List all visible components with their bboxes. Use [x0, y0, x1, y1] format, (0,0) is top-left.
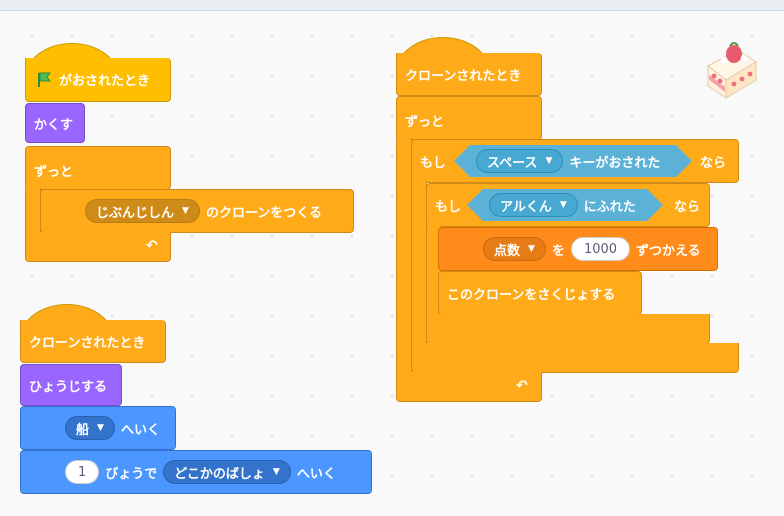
if1-then-label-holder: なら	[700, 152, 727, 171]
delete-clone-block[interactable]: このクローンをさくじょする	[438, 271, 642, 315]
variable-value: 点数	[494, 243, 521, 259]
clone-target-value: じぶんじしん	[96, 205, 175, 221]
goto-target-dropdown[interactable]: 船 ▼	[65, 416, 115, 440]
show-label: ひょうじする	[29, 379, 108, 395]
change-mid-label: を	[551, 243, 565, 259]
hide-block[interactable]: かくす	[25, 103, 85, 143]
touch-target-dropdown[interactable]: アルくん ▼	[489, 193, 578, 217]
loop-arrow-icon: ↶	[516, 378, 528, 394]
forever-label-right: ずっと	[405, 115, 445, 130]
if2-then-label: なら	[674, 199, 701, 215]
dropdown-caret-icon: ▼	[272, 467, 280, 477]
if1-left-arm	[411, 181, 427, 345]
when-clone-starts-block-right[interactable]: クローンされたとき	[396, 53, 542, 96]
cake-sprite-icon[interactable]	[700, 36, 760, 102]
key-value: スペース	[487, 155, 538, 171]
dropdown-caret-icon: ▼	[545, 156, 553, 166]
if1-then-label: なら	[700, 155, 727, 171]
create-clone-label: のクローンをつくる	[205, 205, 323, 221]
goto-target-value: 船	[76, 422, 90, 438]
forever-block-right[interactable]: ずっと	[396, 96, 542, 140]
hide-label: かくす	[34, 117, 74, 133]
loop-arrow-icon: ↶	[146, 238, 158, 254]
touching-condition[interactable]: アルくん ▼ にふれた	[467, 189, 663, 221]
glide-block[interactable]: 1 びょうで どこかのばしょ ▼ へいく	[20, 450, 372, 494]
show-block[interactable]: ひょうじする	[20, 364, 122, 406]
key-pressed-condition[interactable]: スペース ▼ キーがおされた	[454, 145, 692, 177]
goto-label: へいく	[120, 422, 160, 438]
glide-target-value: どこかのばしょ	[174, 466, 265, 482]
dropdown-caret-icon: ▼	[97, 423, 104, 433]
change-value-input[interactable]: 1000	[570, 237, 631, 261]
forever-block[interactable]: ずっと	[25, 146, 171, 190]
key-dropdown[interactable]: スペース ▼	[476, 149, 563, 173]
if2-bottom-arm	[426, 314, 710, 344]
when-clone-starts-block-left[interactable]: クローンされたとき	[20, 320, 166, 363]
when-flag-clicked-label: がおされたとき	[59, 74, 151, 89]
toolbar-strip	[0, 0, 784, 11]
dropdown-caret-icon: ▼	[182, 206, 189, 216]
glide-seconds-input[interactable]: 1	[65, 460, 100, 484]
when-clone-starts-label-right: クローンされたとき	[405, 68, 522, 84]
if2-then-label-holder: なら	[674, 196, 701, 215]
create-clone-block[interactable]: じぶんじしん ▼ のクローンをつくる	[40, 189, 354, 233]
touch-target-value: アルくん	[500, 199, 552, 215]
if2-prefix-label: もし	[435, 199, 462, 215]
dropdown-caret-icon: ▼	[559, 200, 567, 210]
goto-block[interactable]: 船 ▼ へいく	[20, 406, 176, 450]
if1-prefix-label: もし	[420, 155, 447, 171]
when-clone-starts-label-left: クローンされたとき	[29, 335, 146, 351]
touching-label: にふれた	[583, 199, 636, 215]
change-suffix-label: ずつかえる	[636, 243, 701, 259]
dropdown-caret-icon: ▼	[528, 244, 535, 254]
key-pressed-label: キーがおされた	[569, 155, 661, 171]
forever-left-arm-right	[396, 138, 412, 374]
when-flag-clicked-block[interactable]: がおされたとき	[25, 58, 171, 102]
clone-target-dropdown[interactable]: じぶんじしん ▼	[85, 199, 200, 223]
glide-mid-label: びょうで	[105, 466, 158, 482]
forever-left-arm	[25, 188, 41, 238]
glide-suffix-label: へいく	[296, 466, 336, 482]
forever-label: ずっと	[34, 165, 74, 180]
variable-dropdown[interactable]: 点数 ▼	[483, 237, 546, 261]
glide-target-dropdown[interactable]: どこかのばしょ ▼	[163, 460, 291, 484]
green-flag-icon	[38, 72, 51, 87]
delete-clone-label: このクローンをさくじょする	[447, 287, 616, 303]
change-variable-block[interactable]: 点数 ▼ を 1000 ずつかえる	[438, 227, 718, 271]
if1-bottom-arm	[411, 343, 739, 373]
